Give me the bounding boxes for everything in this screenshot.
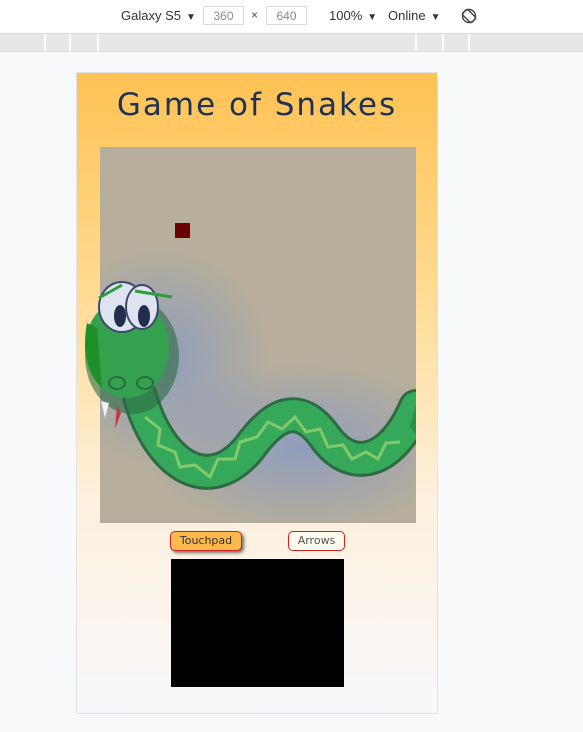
device-label: Galaxy S5 <box>121 8 181 23</box>
caret-down-icon: ▼ <box>367 12 378 23</box>
ruler-mark <box>44 34 46 51</box>
width-input[interactable]: 360 <box>203 6 244 25</box>
network-label: Online <box>388 8 426 23</box>
game-board <box>100 147 416 523</box>
caret-down-icon: ▼ <box>430 12 441 23</box>
food-square <box>175 223 190 238</box>
touchpad-button[interactable]: Touchpad <box>170 531 242 551</box>
rotate-icon[interactable] <box>460 7 478 25</box>
device-toolbar: Galaxy S5 ▼ 360 × 640 100% ▼ Online ▼ <box>0 0 583 33</box>
ruler-mark <box>97 34 99 51</box>
snake-background-image <box>100 247 416 523</box>
page-title: Game of Snakes <box>116 87 398 123</box>
dimension-separator: × <box>251 8 259 22</box>
ruler-mark <box>468 34 470 51</box>
snake-segment <box>115 327 129 341</box>
ruler-mark <box>415 34 417 51</box>
device-viewport: Game of Snakes Touchpad Arrows <box>76 72 438 714</box>
network-select[interactable]: Online ▼ <box>388 8 440 23</box>
height-input[interactable]: 640 <box>266 6 307 25</box>
zoom-select[interactable]: 100% ▼ <box>329 8 377 23</box>
ruler-mark <box>442 34 444 51</box>
zoom-label: 100% <box>329 8 363 23</box>
caret-down-icon: ▼ <box>185 12 196 23</box>
touchpad-area[interactable] <box>171 559 344 687</box>
ruler-mark <box>69 34 71 51</box>
arrows-button[interactable]: Arrows <box>288 531 345 551</box>
media-query-ruler <box>0 33 583 52</box>
device-select[interactable]: Galaxy S5 ▼ <box>121 8 196 23</box>
